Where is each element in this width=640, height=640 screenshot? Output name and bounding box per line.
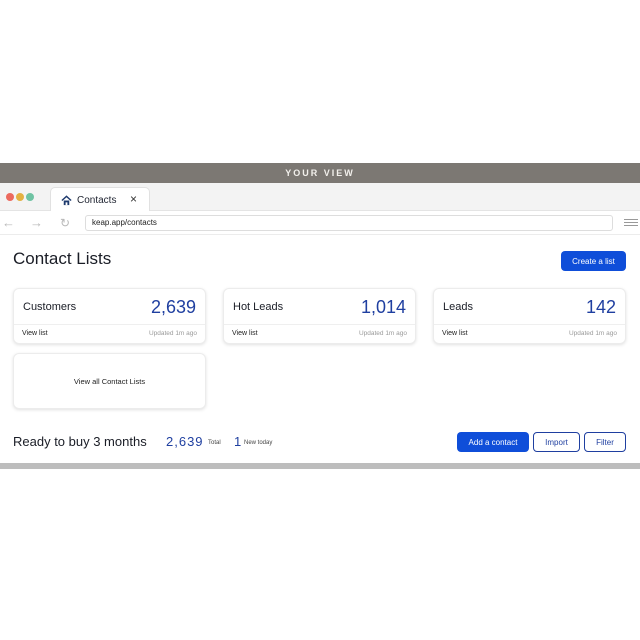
card-divider — [14, 324, 205, 325]
forward-arrow-icon[interactable]: → — [30, 215, 43, 230]
back-arrow-icon[interactable]: ← — [2, 215, 15, 230]
tab-contacts[interactable]: Contacts × — [50, 187, 150, 212]
browser-window: Contacts × ← → ↻ keap.app/contacts Conta… — [0, 183, 640, 463]
bottom-divider — [0, 463, 640, 469]
card-divider — [224, 324, 415, 325]
list-card-count: 1,014 — [360, 297, 406, 317]
list-card-name: Hot Leads — [233, 301, 284, 313]
list-card-count: 2,639 — [150, 297, 196, 317]
view-list-link[interactable]: View list — [442, 330, 468, 337]
updated-timestamp: Updated 1m ago — [358, 330, 407, 337]
address-bar: ← → ↻ keap.app/contacts — [0, 211, 640, 235]
list-card-customers[interactable]: Customers 2,639 View list Updated 1m ago — [13, 288, 206, 344]
new-today-label: New today — [244, 440, 273, 446]
filter-button[interactable]: Filter — [584, 432, 626, 452]
hamburger-menu-icon[interactable] — [624, 219, 638, 227]
tab-title: Contacts — [77, 194, 117, 206]
url-field[interactable]: keap.app/contacts — [85, 215, 613, 231]
list-card-count: 142 — [585, 297, 616, 317]
updated-timestamp: Updated 1m ago — [148, 330, 197, 337]
page-title: Contact Lists — [13, 249, 112, 268]
new-today-count: 1 — [234, 434, 242, 449]
banner-label: YOUR VIEW — [285, 168, 355, 178]
updated-timestamp: Updated 1m ago — [568, 330, 617, 337]
total-label: Total — [208, 440, 221, 446]
close-window-dot[interactable] — [6, 193, 14, 201]
contact-lists-page: Contact Lists Create a list Customers 2,… — [0, 235, 640, 463]
view-list-link[interactable]: View list — [232, 330, 258, 337]
home-icon — [61, 194, 72, 205]
import-button[interactable]: Import — [533, 432, 580, 452]
close-tab-icon[interactable]: × — [130, 192, 137, 206]
minimize-window-dot[interactable] — [16, 193, 24, 201]
add-contact-button[interactable]: Add a contact — [457, 432, 529, 452]
list-card-name: Customers — [23, 301, 77, 313]
view-all-lists-label: View all Contact Lists — [73, 376, 146, 386]
your-view-banner: YOUR VIEW — [0, 163, 640, 183]
total-count: 2,639 — [166, 434, 204, 449]
tab-bar: Contacts × — [0, 183, 640, 212]
view-all-lists-card[interactable]: View all Contact Lists — [13, 353, 206, 409]
view-list-link[interactable]: View list — [22, 330, 48, 337]
list-card-name: Leads — [443, 301, 473, 313]
card-divider — [434, 324, 625, 325]
list-card-hot-leads[interactable]: Hot Leads 1,014 View list Updated 1m ago — [223, 288, 416, 344]
create-list-button[interactable]: Create a list — [561, 251, 626, 271]
list-card-leads[interactable]: Leads 142 View list Updated 1m ago — [433, 288, 626, 344]
reload-icon[interactable]: ↻ — [60, 216, 70, 230]
maximize-window-dot[interactable] — [26, 193, 34, 201]
list-summary-title: Ready to buy 3 months — [13, 434, 147, 449]
